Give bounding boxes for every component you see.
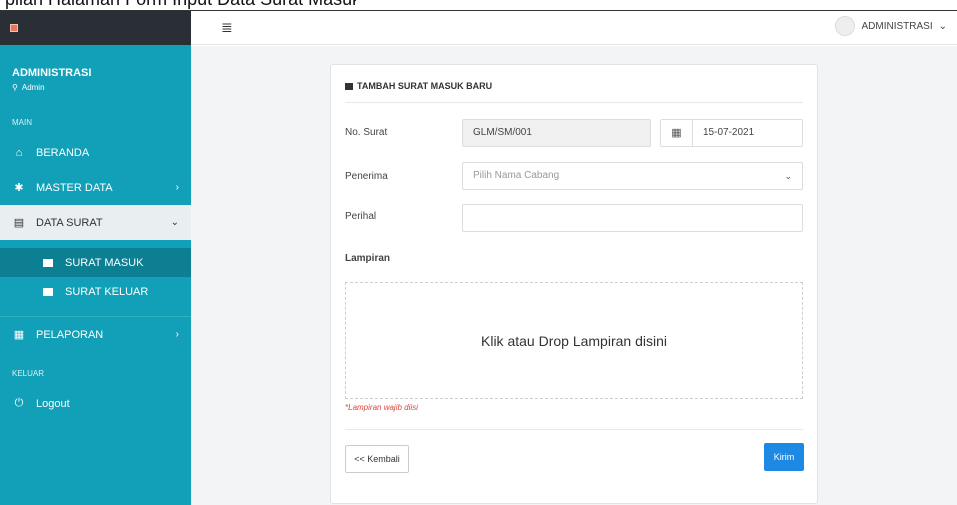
lampiran-label: Lampiran: [345, 253, 391, 264]
inbox-icon: [43, 258, 53, 267]
document-icon: ▤: [13, 217, 25, 229]
chevron-down-icon: ⌄: [170, 217, 179, 228]
chevron-down-icon: ⌄: [938, 20, 947, 32]
user-menu[interactable]: ADMINISTRASI ⌄: [835, 16, 947, 36]
submit-button[interactable]: Kirim: [764, 443, 804, 471]
sidebar-item-beranda[interactable]: ⌂ BERANDA: [0, 135, 191, 170]
location-pin-icon: ⚲: [12, 83, 18, 92]
brand-bar: [0, 11, 191, 45]
app-window: ADMINISTRASI ⚲ Admin MAIN ⌂ BERANDA ✱ MA…: [0, 10, 957, 505]
app-logo: [10, 24, 18, 32]
form-title: TAMBAH SURAT MASUK BARU: [345, 81, 492, 91]
attachment-dropzone[interactable]: Klik atau Drop Lampiran disini: [345, 282, 803, 399]
screenshot-caption: pilan Halaman Form Input Data Surat Masu…: [0, 0, 356, 10]
penerima-select[interactable]: Pilih Nama Cabang ⌄: [462, 162, 803, 190]
calendar-icon: ▦: [661, 120, 693, 146]
sidebar-profile: ADMINISTRASI ⚲ Admin: [0, 45, 191, 111]
chevron-down-icon: ⌄: [784, 171, 792, 181]
report-icon: ▦: [13, 329, 25, 341]
profile-name: ADMINISTRASI: [12, 67, 92, 79]
outbox-icon: [43, 287, 53, 296]
avatar: [835, 16, 856, 36]
sidebar-item-surat-masuk[interactable]: SURAT MASUK: [0, 248, 191, 277]
gear-icon: ✱: [14, 182, 24, 194]
power-icon: ⏻: [14, 397, 24, 409]
no-surat-label: No. Surat: [345, 127, 388, 138]
perihal-label: Perihal: [345, 211, 377, 222]
chevron-right-icon: ›: [175, 329, 179, 340]
sidebar-item-data-surat[interactable]: ▤ DATA SURAT ⌄: [0, 205, 191, 240]
back-button[interactable]: << Kembali: [345, 445, 409, 473]
hamburger-menu-icon[interactable]: ≣: [221, 19, 233, 36]
inbox-icon: [345, 82, 353, 90]
penerima-placeholder: Pilih Nama Cabang: [473, 170, 560, 181]
submenu-spacer: [0, 240, 191, 248]
sidebar-item-pelaporan[interactable]: ▦ PELAPORAN ›: [0, 317, 191, 352]
date-field[interactable]: ▦ 15-07-2021: [660, 119, 803, 147]
chevron-right-icon: ›: [175, 182, 179, 193]
perihal-input[interactable]: [462, 204, 803, 232]
sidebar-item-logout[interactable]: ⏻ Logout: [0, 386, 191, 421]
penerima-label: Penerima: [345, 171, 388, 182]
dropzone-text: Klik atau Drop Lampiran disini: [481, 332, 667, 349]
divider: [345, 102, 803, 103]
top-bar: ≣ ADMINISTRASI ⌄: [191, 11, 957, 45]
attachment-required-note: *Lampiran wajib diisi: [345, 403, 418, 412]
sidebar-item-surat-keluar[interactable]: SURAT KELUAR: [0, 277, 191, 306]
section-main-label: MAIN: [12, 118, 32, 127]
profile-role: ⚲ Admin: [12, 83, 45, 92]
sidebar: ADMINISTRASI ⚲ Admin MAIN ⌂ BERANDA ✱ MA…: [0, 11, 191, 505]
section-keluar-label: KELUAR: [12, 369, 45, 378]
user-menu-label: ADMINISTRASI: [861, 20, 933, 32]
divider: [345, 429, 803, 430]
form-card: TAMBAH SURAT MASUK BARU No. Surat GLM/SM…: [330, 64, 818, 504]
submenu-spacer: [0, 306, 191, 316]
no-surat-field: GLM/SM/001: [462, 119, 651, 147]
date-value: 15-07-2021: [703, 127, 755, 138]
sidebar-item-master-data[interactable]: ✱ MASTER DATA ›: [0, 170, 191, 205]
main-content: TAMBAH SURAT MASUK BARU No. Surat GLM/SM…: [191, 46, 957, 505]
home-icon: ⌂: [15, 146, 23, 159]
